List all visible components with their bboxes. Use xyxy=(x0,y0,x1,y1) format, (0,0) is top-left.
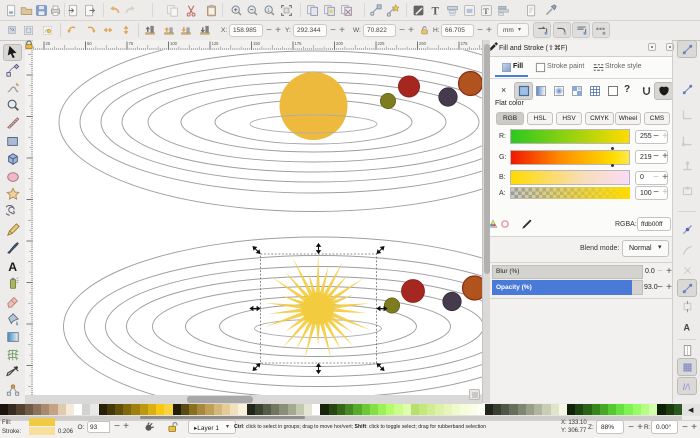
svg-text:A: A xyxy=(683,322,690,332)
svg-text:250: 250 xyxy=(419,41,427,46)
svg-text:I/\: I/\ xyxy=(682,381,690,391)
svg-text:125: 125 xyxy=(212,41,220,46)
svg-text:175: 175 xyxy=(295,41,303,46)
svg-text:75: 75 xyxy=(129,41,134,46)
svg-text:50: 50 xyxy=(87,41,92,46)
svg-text:1: 1 xyxy=(267,7,270,13)
svg-text:275: 275 xyxy=(461,41,469,46)
svg-text:150: 150 xyxy=(253,41,261,46)
svg-text:25: 25 xyxy=(46,41,51,46)
svg-text:100: 100 xyxy=(170,41,178,46)
svg-text:A: A xyxy=(8,259,17,272)
svg-text:T: T xyxy=(431,5,439,16)
svg-text:T: T xyxy=(483,6,489,15)
svg-text:225: 225 xyxy=(378,41,386,46)
svg-text:200: 200 xyxy=(336,41,344,46)
